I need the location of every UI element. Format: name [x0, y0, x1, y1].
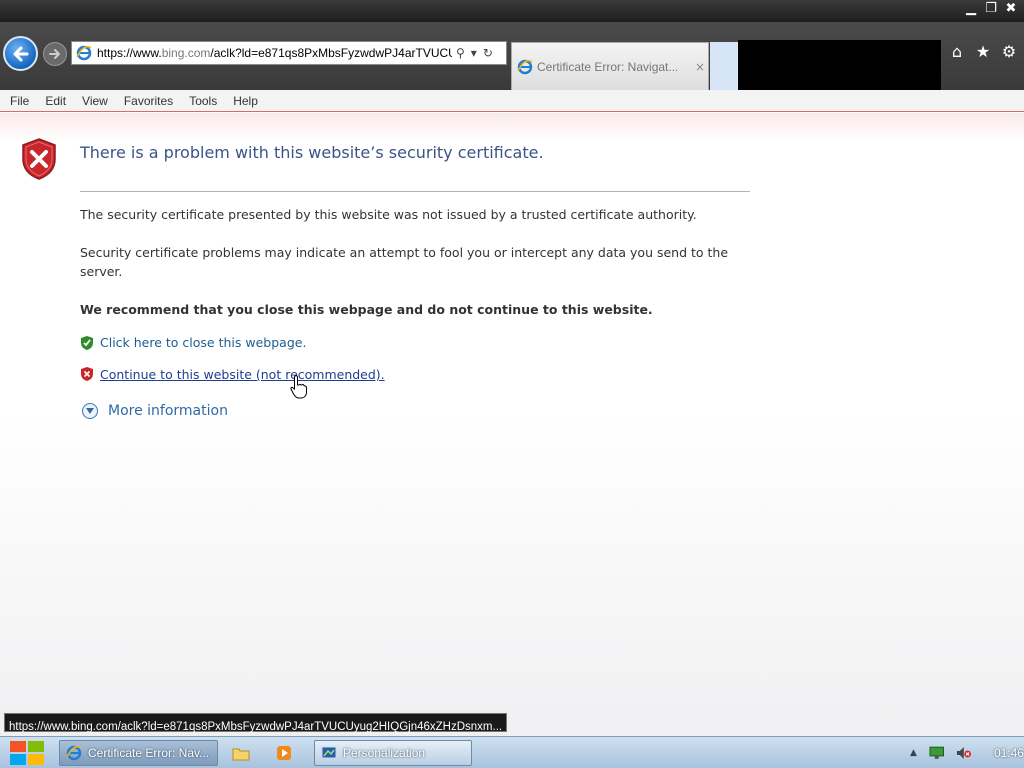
more-information-label: More information: [108, 403, 228, 419]
volume-muted-icon[interactable]: [956, 746, 972, 760]
back-arrow-icon: [13, 46, 28, 61]
status-url: https://www.bing.com/aclk?ld=e871qs8PxMb…: [9, 721, 503, 733]
forward-button[interactable]: [43, 42, 67, 66]
red-shield-x-small-icon: [81, 367, 93, 381]
taskbar-item-personalization[interactable]: Personalization: [314, 740, 472, 766]
windows-start-icon[interactable]: [8, 739, 46, 767]
minimize-icon[interactable]: ▁: [964, 2, 978, 16]
close-icon[interactable]: ✖: [1004, 2, 1018, 16]
media-player-icon: [277, 746, 291, 760]
system-tray: ▲ 01:46: [874, 740, 1024, 766]
hand-cursor-icon: [290, 375, 307, 399]
more-information-toggle[interactable]: More information: [82, 403, 228, 419]
taskbar: Certificate Error: Nav... Personalizatio…: [0, 736, 1024, 768]
menu-favorites[interactable]: Favorites: [124, 94, 173, 108]
continue-website-link[interactable]: Continue to this website (not recommende…: [100, 367, 385, 382]
menu-help[interactable]: Help: [233, 94, 258, 108]
tab-label: Certificate Error: Navigat...: [537, 59, 679, 74]
taskbar-item-ie[interactable]: Certificate Error: Nav...: [59, 740, 218, 766]
title-bar: ▁ ❐ ✖: [0, 0, 1024, 22]
url-prefix: https://www.: [97, 46, 162, 60]
paragraph-risk: Security certificate problems may indica…: [80, 245, 729, 279]
menu-view[interactable]: View: [82, 94, 108, 108]
home-icon[interactable]: ⌂: [948, 42, 966, 61]
forward-arrow-icon: [49, 49, 61, 59]
ie-icon: [76, 45, 92, 61]
redacted-area: [738, 40, 941, 90]
back-button[interactable]: [3, 36, 38, 71]
status-url-bar: https://www.bing.com/aclk?ld=e871qs8PxMb…: [4, 713, 508, 733]
settings-gear-icon[interactable]: ⚙: [1000, 42, 1018, 61]
folder-icon: [232, 748, 250, 760]
search-icon[interactable]: ⚲: [456, 46, 465, 60]
favorites-star-icon[interactable]: ★: [974, 42, 992, 61]
menu-edit[interactable]: Edit: [45, 94, 66, 108]
new-tab-button[interactable]: [710, 42, 738, 90]
taskbar-item-label: Certificate Error: Nav...: [88, 746, 210, 760]
ie-icon: [517, 59, 533, 74]
url-domain: bing.com: [161, 46, 211, 60]
refresh-icon[interactable]: ↻: [483, 46, 493, 60]
window-controls: ▁ ❐ ✖: [964, 2, 1018, 16]
network-icon[interactable]: [929, 746, 945, 760]
personalization-icon: [321, 746, 337, 759]
address-bar[interactable]: https://www.bing.com/aclk?ld=e871qs8PxMb…: [71, 41, 507, 65]
expand-chevron-icon: [82, 403, 98, 419]
taskbar-item-label: Personalization: [343, 746, 426, 760]
page-content: There is a problem with this website’s s…: [0, 113, 1024, 736]
menu-file[interactable]: File: [10, 94, 29, 108]
green-shield-check-icon: [81, 336, 93, 350]
dropdown-icon[interactable]: ▾: [471, 46, 477, 60]
menu-bar: File Edit View Favorites Tools Help: [0, 90, 1024, 112]
clock[interactable]: 01:46: [994, 746, 1024, 760]
paragraph-untrusted: The security certificate presented by th…: [80, 207, 697, 222]
ie-icon: [66, 745, 82, 761]
address-url[interactable]: https://www.bing.com/aclk?ld=e871qs8PxMb…: [97, 46, 452, 60]
close-webpage-link[interactable]: Click here to close this webpage.: [100, 335, 306, 350]
show-hidden-icons-icon[interactable]: ▲: [910, 748, 917, 758]
red-shield-x-icon: [22, 138, 56, 180]
menu-tools[interactable]: Tools: [189, 94, 217, 108]
tab-close-icon[interactable]: ×: [695, 60, 705, 74]
taskbar-item-explorer[interactable]: [226, 740, 262, 766]
recommendation-text: We recommend that you close this webpage…: [80, 302, 653, 317]
tab-certificate-error[interactable]: Certificate Error: Navigat... ×: [511, 42, 709, 90]
restore-icon[interactable]: ❐: [984, 2, 998, 16]
taskbar-item-media-player[interactable]: [270, 740, 306, 766]
navigation-bar: https://www.bing.com/aclk?ld=e871qs8PxMb…: [0, 22, 1024, 90]
divider: [80, 191, 750, 192]
url-path: /aclk?ld=e871qs8PxMbsFyzwdwPJ4arTVUCUy: [210, 46, 452, 60]
page-title: There is a problem with this website’s s…: [80, 143, 544, 162]
